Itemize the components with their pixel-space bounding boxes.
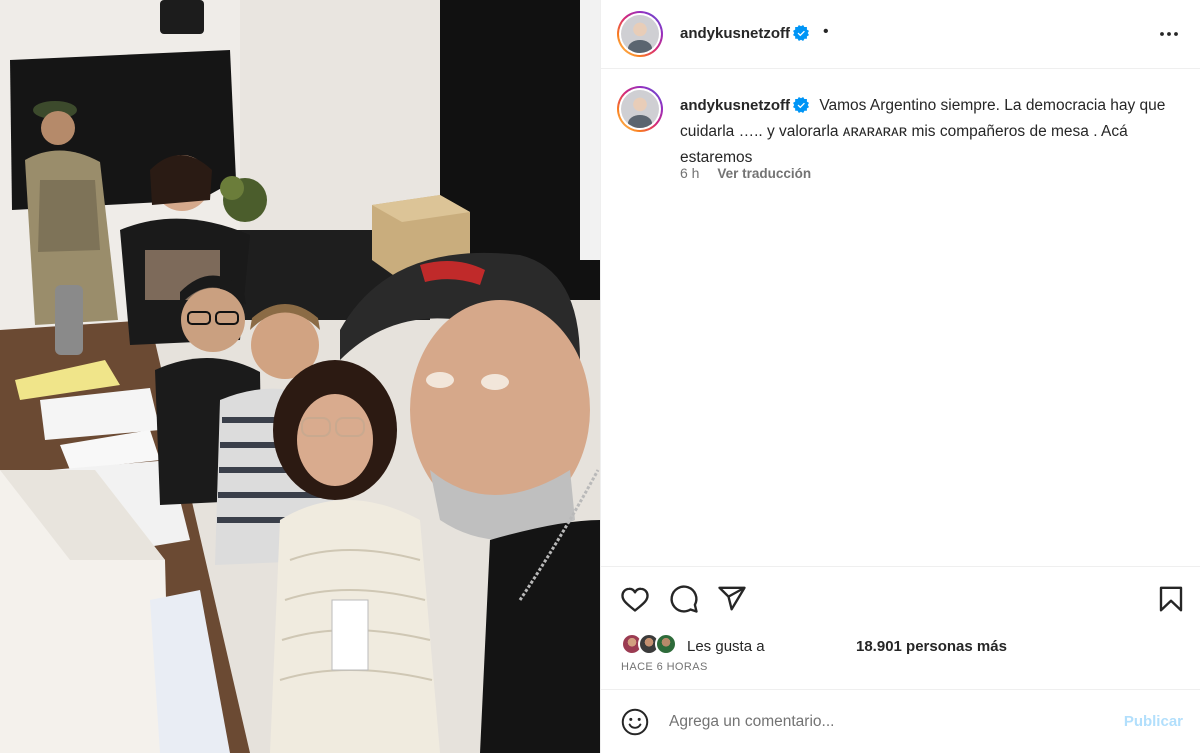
heart-icon[interactable]	[620, 584, 650, 614]
liker-avatar	[655, 633, 677, 655]
likes-section: Les gusta a 18.901 personas más HACE 6 H…	[601, 628, 1200, 690]
post-header: andykusnetzoff •	[601, 0, 1200, 69]
post-caption: andykusnetzoff Vamos Argentino siempre. …	[680, 93, 1180, 171]
translate-button[interactable]: Ver traducción	[717, 166, 811, 181]
username-link[interactable]: andykusnetzoff	[680, 25, 810, 42]
comment-box: Publicar	[601, 691, 1200, 753]
caption-verified-icon	[793, 97, 810, 113]
post-photo[interactable]	[0, 0, 600, 753]
more-options-icon[interactable]	[1157, 22, 1181, 46]
verified-icon	[793, 25, 810, 41]
likes-label: Les gusta a	[687, 638, 765, 655]
comment-icon[interactable]	[669, 584, 699, 614]
likes-count-link[interactable]: 18.901 personas más	[856, 638, 1007, 655]
caption-meta: 6 h Ver traducción	[680, 165, 811, 181]
post-photo-image	[0, 0, 600, 753]
post-details-panel: andykusnetzoff • andykusnetzoff Vamos Ar…	[600, 0, 1200, 753]
caption-time[interactable]: 6 h	[680, 165, 699, 181]
caption-username-link[interactable]: andykusnetzoff	[680, 97, 810, 114]
header-separator: •	[823, 23, 829, 40]
comment-input[interactable]	[669, 708, 1099, 736]
caption-username-text: andykusnetzoff	[680, 97, 791, 114]
publish-button[interactable]: Publicar	[1124, 713, 1183, 730]
avatar[interactable]	[617, 11, 663, 57]
post-caption-area: andykusnetzoff Vamos Argentino siempre. …	[601, 69, 1200, 567]
post-timestamp[interactable]: HACE 6 HORAS	[621, 661, 708, 673]
action-bar	[601, 568, 1200, 628]
liker-avatars[interactable]	[621, 633, 681, 657]
emoji-icon[interactable]	[621, 708, 649, 736]
caption-avatar[interactable]	[617, 86, 663, 132]
bookmark-icon[interactable]	[1156, 584, 1186, 614]
username-text: andykusnetzoff	[680, 25, 791, 42]
share-icon[interactable]	[717, 584, 747, 614]
